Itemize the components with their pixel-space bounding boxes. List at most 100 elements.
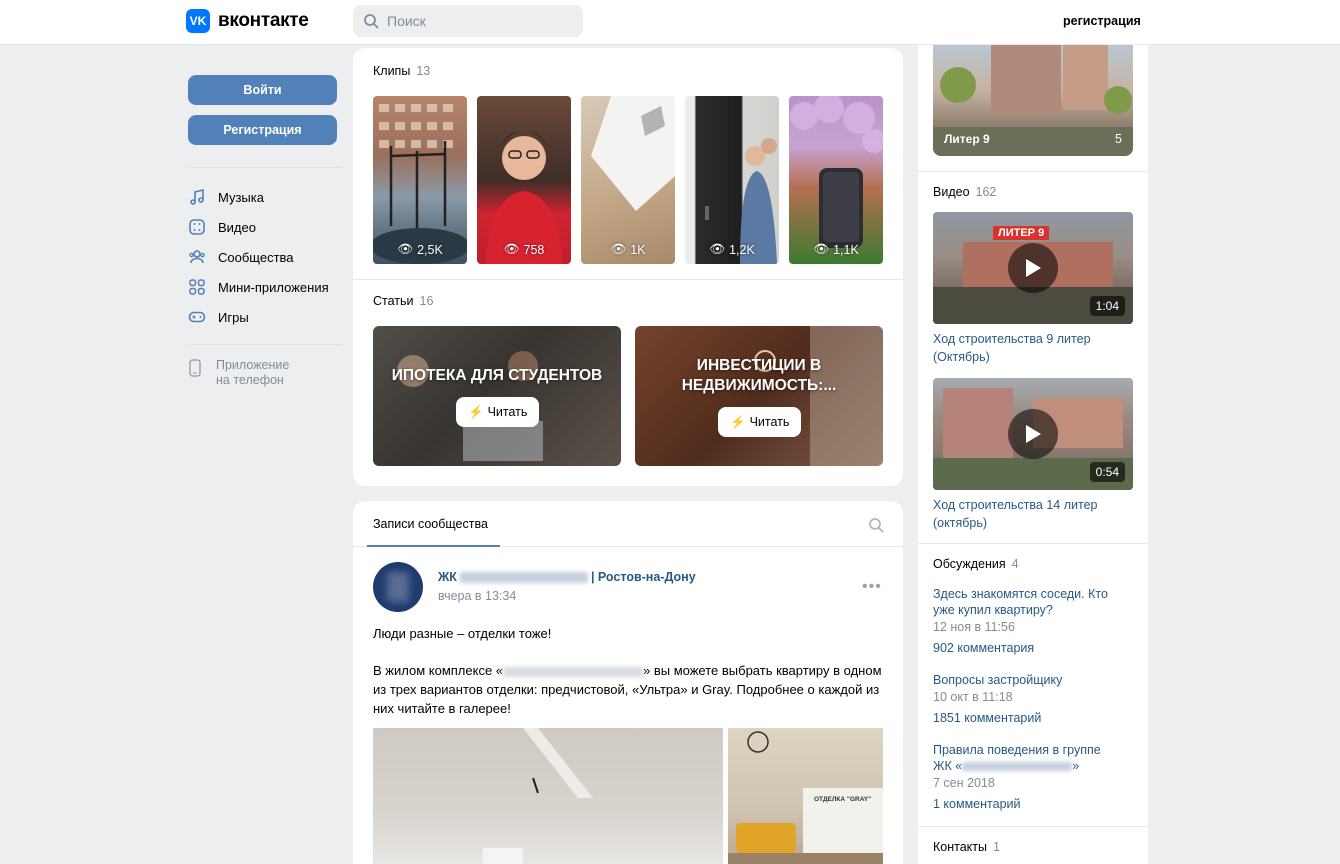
discussion-date: 12 ноя в 11:56	[933, 620, 1015, 634]
communities-icon	[188, 248, 206, 266]
lightning-icon: ⚡	[468, 404, 484, 419]
left-sidebar: Войти Регистрация Музыка Видео Сообществ…	[170, 45, 353, 864]
nav-item-communities[interactable]: Сообщества	[188, 248, 294, 266]
post-photo-image	[483, 728, 593, 864]
nav-item-mini-apps[interactable]: Мини-приложения	[188, 278, 329, 296]
phone-app-line2: на телефон	[216, 373, 284, 387]
read-button[interactable]: ⚡ Читать	[718, 407, 802, 437]
blurred-name	[962, 762, 1073, 772]
nav-item-music[interactable]: Музыка	[188, 188, 264, 206]
clip-thumbnail[interactable]: 👁 758	[477, 96, 571, 264]
search-placeholder: Поиск	[387, 13, 426, 29]
discussion-comments[interactable]: 1 комментарий	[933, 797, 1020, 811]
video-overlay-label: ЛИТЕР 9	[993, 226, 1050, 240]
video-thumbnail[interactable]: 0:54	[933, 378, 1133, 490]
discussion-date: 10 окт в 11:18	[933, 690, 1013, 704]
post-photo[interactable]: ОТДЕЛКА "GRAY"	[728, 728, 883, 864]
post-author[interactable]: ЖК | Ростов-на-Дону	[438, 570, 696, 584]
divider	[918, 543, 1148, 544]
articles-header[interactable]: Статьи 16	[373, 294, 433, 308]
clips-header[interactable]: Клипы 13	[373, 64, 430, 78]
phone-icon	[188, 358, 202, 388]
discussion-title[interactable]: Здесь знакомятся соседи. Кто уже купил к…	[933, 586, 1123, 618]
clip-views: 👁 1,1K	[813, 242, 859, 257]
video-title-link[interactable]: Ход строительства 14 литер (октябрь)	[933, 496, 1133, 532]
music-icon	[188, 188, 206, 206]
eye-icon: 👁	[503, 242, 520, 256]
divider	[353, 279, 903, 280]
album-thumbnail[interactable]: Литер 9 5	[933, 45, 1133, 156]
divider	[188, 167, 343, 168]
post-photo[interactable]	[373, 728, 723, 864]
post-time[interactable]: вчера в 13:34	[438, 589, 516, 603]
mini-apps-icon	[188, 278, 206, 296]
photo-caption: ОТДЕЛКА "GRAY"	[814, 796, 872, 803]
nav-item-video[interactable]: Видео	[188, 218, 256, 236]
clip-image	[705, 138, 777, 264]
divider	[188, 344, 343, 345]
post-text-line1: Люди разные – отделки тоже!	[373, 626, 552, 641]
login-button[interactable]: Войти	[188, 75, 337, 105]
discussion-title[interactable]: Вопросы застройщику	[933, 672, 1123, 688]
album-count: 5	[1115, 132, 1122, 146]
video-duration: 1:04	[1089, 296, 1125, 316]
logo-text: вконтакте	[218, 10, 309, 31]
clip-views: 👁 758	[503, 242, 545, 257]
search-icon	[364, 14, 379, 29]
discussion-title[interactable]: Правила поведения в группе ЖК «»	[933, 742, 1123, 774]
eye-icon: 👁	[397, 242, 414, 256]
header-register-link[interactable]: регистрация	[1063, 14, 1141, 28]
discussion-date: 7 сен 2018	[933, 776, 995, 790]
search-input[interactable]: Поиск	[353, 5, 583, 37]
wall-search-icon[interactable]	[868, 517, 884, 536]
lightning-icon: ⚡	[730, 414, 746, 429]
clip-image	[485, 130, 563, 264]
nav-label: Музыка	[218, 189, 264, 205]
more-icon[interactable]: •••	[862, 578, 882, 596]
article-image	[635, 326, 883, 466]
discussion-comments[interactable]: 902 комментария	[933, 641, 1034, 655]
contacts-header[interactable]: Контакты 1	[933, 840, 1000, 854]
video-thumbnail[interactable]: ЛИТЕР 9 1:04	[933, 212, 1133, 324]
video-icon	[188, 218, 206, 236]
clip-thumbnail[interactable]: 👁 1K	[581, 96, 675, 264]
nav-item-phone-app[interactable]: Приложение на телефон	[188, 358, 289, 388]
article-title: ИПОТЕКА ДЛЯ СТУДЕНТОВ	[391, 367, 603, 384]
nav-label: Мини-приложения	[218, 279, 329, 295]
clip-thumbnail[interactable]: 👁 1,2K	[685, 96, 779, 264]
article-card[interactable]: ИНВЕСТИЦИИ В НЕДВИЖИМОСТЬ:... ⚡ Читать	[635, 326, 883, 466]
games-icon	[188, 308, 206, 326]
divider	[918, 826, 1148, 827]
top-header: VK вконтакте Поиск регистрация	[0, 0, 1340, 45]
nav-label: Сообщества	[218, 249, 294, 265]
clip-views: 👁 1,2K	[709, 242, 755, 257]
video-duration: 0:54	[1089, 462, 1125, 482]
clip-image	[373, 104, 467, 264]
play-icon[interactable]	[1008, 243, 1058, 293]
eye-icon: 👁	[709, 242, 726, 256]
play-icon[interactable]	[1008, 409, 1058, 459]
eye-icon: 👁	[813, 242, 830, 256]
tab-underline	[367, 545, 500, 547]
clip-thumbnail[interactable]: 👁 2,5K	[373, 96, 467, 264]
read-button[interactable]: ⚡ Читать	[456, 397, 540, 427]
album-label: Литер 9	[944, 132, 990, 146]
videos-header[interactable]: Видео 162	[933, 185, 996, 199]
eye-icon: 👁	[610, 242, 627, 256]
discussion-comments[interactable]: 1851 комментарий	[933, 711, 1041, 725]
clip-thumbnail[interactable]: 👁 1,1K	[789, 96, 883, 264]
article-title: ИНВЕСТИЦИИ В НЕДВИЖИМОСТЬ:...	[681, 357, 837, 394]
tab-community-posts[interactable]: Записи сообщества	[373, 517, 488, 531]
clip-views: 👁 1K	[610, 242, 646, 257]
nav-item-games[interactable]: Игры	[188, 308, 249, 326]
register-button[interactable]: Регистрация	[188, 115, 337, 145]
clip-image	[790, 96, 883, 248]
blurred-name	[503, 666, 644, 677]
discussions-header[interactable]: Обсуждения 4	[933, 557, 1019, 571]
clip-image	[591, 96, 675, 211]
avatar[interactable]	[373, 562, 423, 612]
article-card[interactable]: ИПОТЕКА ДЛЯ СТУДЕНТОВ ⚡ Читать	[373, 326, 621, 466]
nav-label: Игры	[218, 309, 249, 325]
video-title-link[interactable]: Ход строительства 9 литер (Октябрь)	[933, 330, 1133, 366]
vk-logo[interactable]: VK вконтакте	[186, 9, 309, 33]
